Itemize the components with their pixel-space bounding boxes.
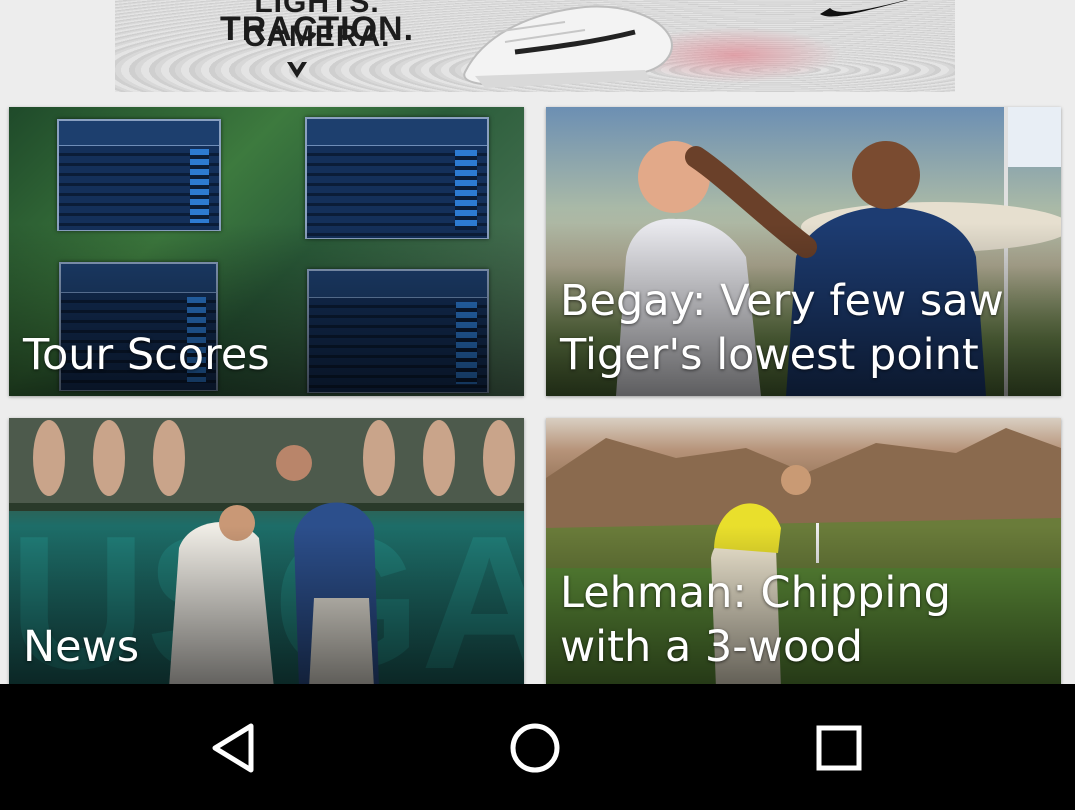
back-triangle-icon xyxy=(212,723,254,773)
card-title: Begay: Very few saw Tiger's lowest point xyxy=(560,276,1004,380)
scoreboard-canadian-open xyxy=(305,117,489,239)
ad-headline-line2: TRACTION. xyxy=(219,10,415,48)
shoe-image xyxy=(463,5,673,88)
swoosh-logo-icon xyxy=(820,0,908,17)
recents-square-icon xyxy=(816,725,862,771)
back-button[interactable] xyxy=(205,720,265,776)
card-title: Lehman: Chipping with a 3-wood xyxy=(560,568,951,672)
card-lehman-story[interactable]: Lehman: Chipping with a 3-wood xyxy=(546,418,1061,688)
card-title: News xyxy=(23,622,140,672)
home-button[interactable] xyxy=(505,720,565,776)
ad-banner[interactable]: LIGHTS. CAMERA. TRACTION. xyxy=(115,0,955,92)
recents-button[interactable] xyxy=(808,720,868,776)
card-news[interactable]: USGA News xyxy=(9,418,524,688)
system-navigation-bar xyxy=(0,684,1075,810)
card-begay-story[interactable]: Begay: Very few saw Tiger's lowest point xyxy=(546,107,1061,396)
brand-mark-icon xyxy=(287,62,307,78)
card-title: Tour Scores xyxy=(23,330,270,380)
scoreboard-wyndham xyxy=(57,119,221,231)
card-tour-scores[interactable]: Tour Scores xyxy=(9,107,524,396)
home-circle-icon xyxy=(510,723,560,773)
